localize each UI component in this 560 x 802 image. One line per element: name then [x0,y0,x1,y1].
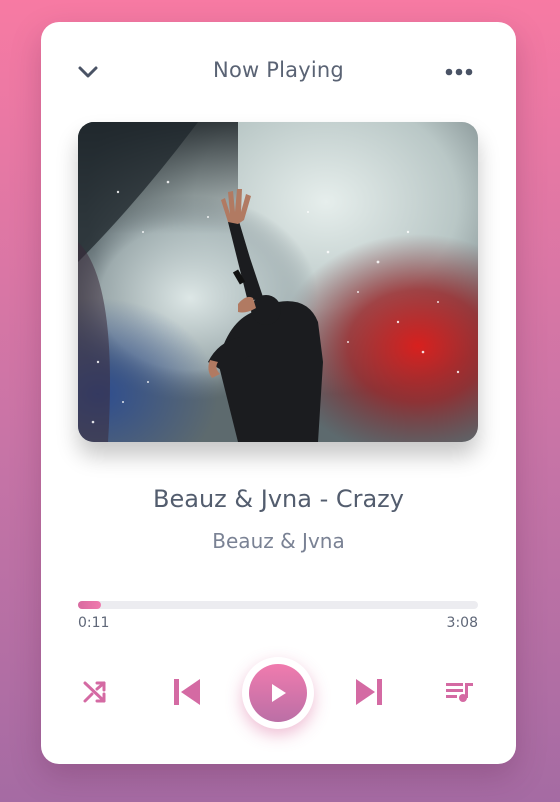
queue-music-icon [446,683,473,702]
playback-controls [41,652,516,732]
more-horizontal-icon [445,68,473,76]
previous-button[interactable] [169,674,205,710]
track-artist[interactable]: Beauz & Jvna [41,529,516,553]
current-time: 0:11 [78,615,110,631]
progress-bar-fill [78,601,102,609]
queue-button[interactable] [443,676,477,708]
shuffle-icon [83,681,106,703]
play-button[interactable] [242,657,314,729]
shuffle-button[interactable] [79,676,111,708]
album-cover [78,122,478,442]
play-icon [272,684,286,702]
more-options-button[interactable] [439,58,479,86]
track-title: Beauz & Jvna - Crazy [153,485,404,513]
album-cover-image [78,122,478,442]
play-button-inner [249,664,307,722]
skip-next-icon [356,679,382,705]
skip-previous-icon [174,679,200,705]
progress-bar[interactable] [78,601,478,609]
player-card: Now Playing Beauz & Jvna - Crazy Beauz &… [41,22,516,764]
total-time: 3:08 [446,615,478,631]
next-button[interactable] [351,674,387,710]
player-header: Now Playing [41,22,516,122]
